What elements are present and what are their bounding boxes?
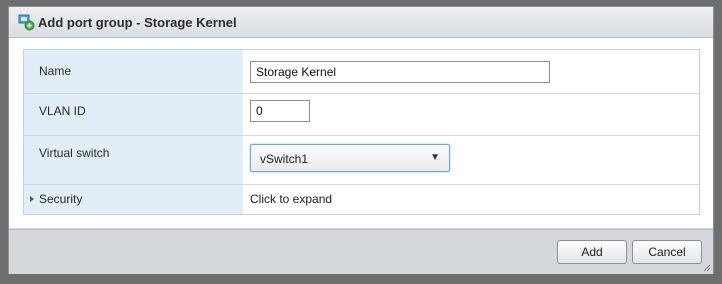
dialog-footer: Add Cancel [9, 229, 713, 274]
dialog-body: Name VLAN ID Virtual switch vSwitch1 ▼ [9, 38, 713, 228]
name-field[interactable] [250, 61, 550, 83]
expand-arrow-icon[interactable] [30, 196, 34, 202]
vlan-row: VLAN ID [24, 94, 699, 136]
vlan-id-field[interactable] [250, 100, 310, 122]
name-label-cell: Name [24, 50, 243, 93]
virtual-switch-label: Virtual switch [39, 146, 110, 160]
port-group-icon [18, 14, 35, 31]
resize-grip-icon[interactable] [703, 264, 711, 272]
virtual-switch-selected-value: vSwitch1 [260, 152, 309, 166]
dialog-title: Add port group - Storage Kernel [38, 15, 237, 30]
add-port-group-dialog: Add port group - Storage Kernel Name VLA… [8, 6, 714, 274]
cancel-button[interactable]: Cancel [632, 240, 702, 264]
security-label-cell: Security [24, 185, 243, 214]
vlan-label-cell: VLAN ID [24, 94, 243, 135]
virtual-switch-row: Virtual switch vSwitch1 ▼ [24, 136, 699, 185]
add-button[interactable]: Add [557, 240, 627, 264]
chevron-down-icon: ▼ [430, 152, 440, 163]
port-group-form: Name VLAN ID Virtual switch vSwitch1 ▼ [23, 49, 700, 215]
dialog-titlebar: Add port group - Storage Kernel [9, 7, 713, 38]
security-row[interactable]: Security Click to expand [24, 185, 699, 214]
security-label: Security [39, 192, 83, 206]
name-row: Name [24, 50, 699, 94]
security-expand-link[interactable]: Click to expand [250, 192, 332, 206]
virtual-switch-label-cell: Virtual switch [24, 136, 243, 184]
vlan-id-label: VLAN ID [39, 104, 86, 118]
virtual-switch-select[interactable]: vSwitch1 ▼ [250, 144, 450, 172]
name-label: Name [39, 64, 72, 78]
